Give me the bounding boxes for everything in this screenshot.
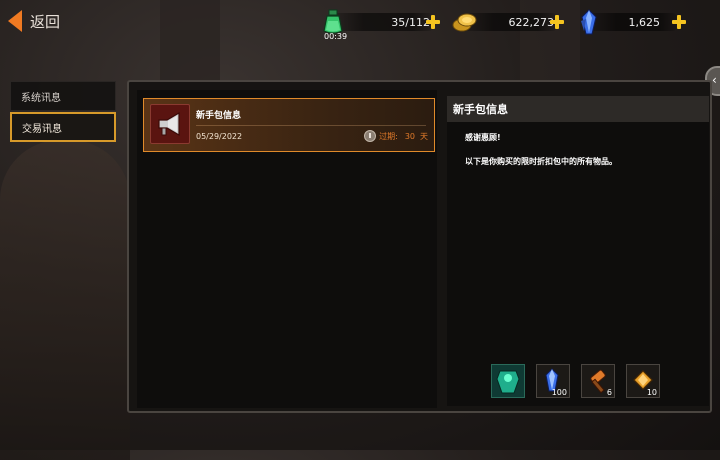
tab-trade-messages[interactable]: 交易讯息 — [10, 112, 116, 142]
detail-title: 新手包信息 — [447, 96, 709, 122]
expire-days: 30 — [404, 131, 415, 141]
green-armor-icon — [492, 365, 524, 397]
gold-resource: 622,273 — [452, 8, 570, 36]
tab-label: 系统讯息 — [21, 92, 61, 104]
divider — [196, 125, 426, 126]
reward-quantity: 6 — [606, 388, 612, 397]
expire-unit: 天 — [420, 131, 428, 141]
mail-expiry: 过期: 30 天 — [364, 130, 428, 142]
reward-quantity: 100 — [551, 388, 567, 397]
mail-detail: 新手包信息 感谢惠顾! 以下是你购买的限时折扣包中的所有物品。 100 6 10 — [447, 96, 709, 406]
mail-title: 新手包信息 — [196, 111, 242, 121]
add-gold-button[interactable] — [550, 15, 564, 29]
gems-resource: 1,625 — [576, 8, 690, 36]
reward-slot[interactable] — [491, 364, 525, 398]
megaphone-icon — [150, 104, 190, 144]
clock-icon — [364, 130, 377, 142]
back-arrow-icon — [8, 10, 22, 32]
detail-body-text: 以下是你购买的限时折扣包中的所有物品。 — [465, 157, 617, 166]
stamina-timer: 00:39 — [324, 32, 348, 41]
background-arch — [0, 140, 130, 460]
mail-item[interactable]: 新手包信息 05/29/2022 过期: 30 天 — [143, 98, 435, 152]
gold-value: 622,273 — [508, 16, 555, 29]
back-label: 返回 — [30, 12, 61, 31]
blue-crystal-icon — [576, 9, 602, 35]
tab-system-messages[interactable]: 系统讯息 — [10, 81, 116, 111]
add-stamina-button[interactable] — [426, 15, 440, 29]
back-button[interactable]: 返回 — [8, 10, 60, 32]
expire-label: 过期: — [379, 131, 398, 141]
reward-quantity: 10 — [646, 388, 657, 397]
tab-label: 交易讯息 — [22, 123, 62, 135]
stamina-value: 35/112 — [391, 16, 430, 29]
mail-date: 05/29/2022 — [196, 132, 243, 141]
reward-slot[interactable]: 10 — [626, 364, 660, 398]
mail-panel: 新手包信息 05/29/2022 过期: 30 天 新手包信息 感谢惠顾! 以下… — [127, 80, 712, 413]
reward-slot[interactable]: 6 — [581, 364, 615, 398]
gems-value: 1,625 — [628, 16, 661, 29]
reward-slot[interactable]: 100 — [536, 364, 570, 398]
add-gems-button[interactable] — [672, 15, 686, 29]
mail-list[interactable]: 新手包信息 05/29/2022 过期: 30 天 — [137, 90, 437, 408]
detail-thanks-text: 感谢惠顾! — [465, 133, 501, 142]
chevron-left-icon: ‹ — [712, 73, 717, 87]
gold-coins-icon — [452, 9, 478, 35]
